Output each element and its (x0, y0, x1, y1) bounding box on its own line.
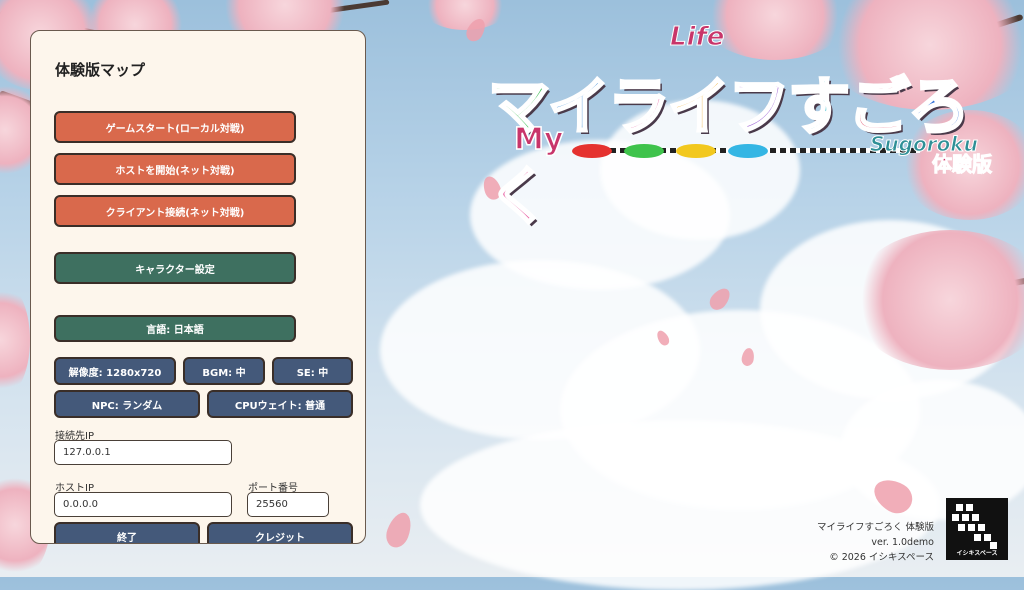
footer-game-title: マイライフすごろく 体験版 (816, 522, 934, 533)
cpu-wait-button[interactable]: CPUウェイト: 普通 (207, 390, 353, 418)
menu-panel: 体験版マップ ゲームスタート(ローカル対戦) ホストを開始(ネット対戦) クライ… (30, 30, 366, 544)
logo-space-green (624, 144, 664, 158)
brand-logo-text: イシキスペース (956, 550, 998, 557)
client-connect-button[interactable]: クライアント接続(ネット対戦) (54, 195, 296, 227)
npc-setting-button[interactable]: NPC: ランダム (54, 390, 200, 418)
logo-demo-badge: 体験版 (932, 152, 993, 177)
logo-space-blue (728, 144, 768, 158)
se-volume-button[interactable]: SE: 中 (272, 357, 353, 385)
port-field[interactable] (247, 492, 329, 517)
panel-title: 体験版マップ (55, 61, 146, 79)
logo-space-red (572, 144, 612, 158)
host-ip-field[interactable] (54, 492, 232, 517)
logo-my-text: My (513, 121, 564, 158)
game-logo: Life マイライフすごろく My Sugoroku 体験版 (480, 22, 1000, 235)
bgm-volume-button[interactable]: BGM: 中 (183, 357, 265, 385)
host-start-button[interactable]: ホストを開始(ネット対戦) (54, 153, 296, 185)
connect-ip-field[interactable] (54, 440, 232, 465)
credits-footer: マイライフすごろく 体験版 ver. 1.0demo © 2026 イシキスペー… (817, 520, 934, 565)
footer-copyright: © 2026 イシキスペース (829, 552, 934, 563)
character-settings-button[interactable]: キャラクター設定 (54, 252, 296, 284)
resolution-button[interactable]: 解像度: 1280x720 (54, 357, 176, 385)
credits-button[interactable]: クレジット (207, 522, 353, 543)
footer-version: ver. 1.0demo (871, 537, 934, 548)
language-button[interactable]: 言語: 日本語 (54, 315, 296, 342)
logo-space-yellow (676, 144, 716, 158)
game-start-button[interactable]: ゲームスタート(ローカル対戦) (54, 111, 296, 143)
brand-logo-icon: イシキスペース (946, 498, 1008, 560)
logo-life-text: Life (669, 22, 725, 53)
quit-button[interactable]: 終了 (54, 522, 200, 543)
